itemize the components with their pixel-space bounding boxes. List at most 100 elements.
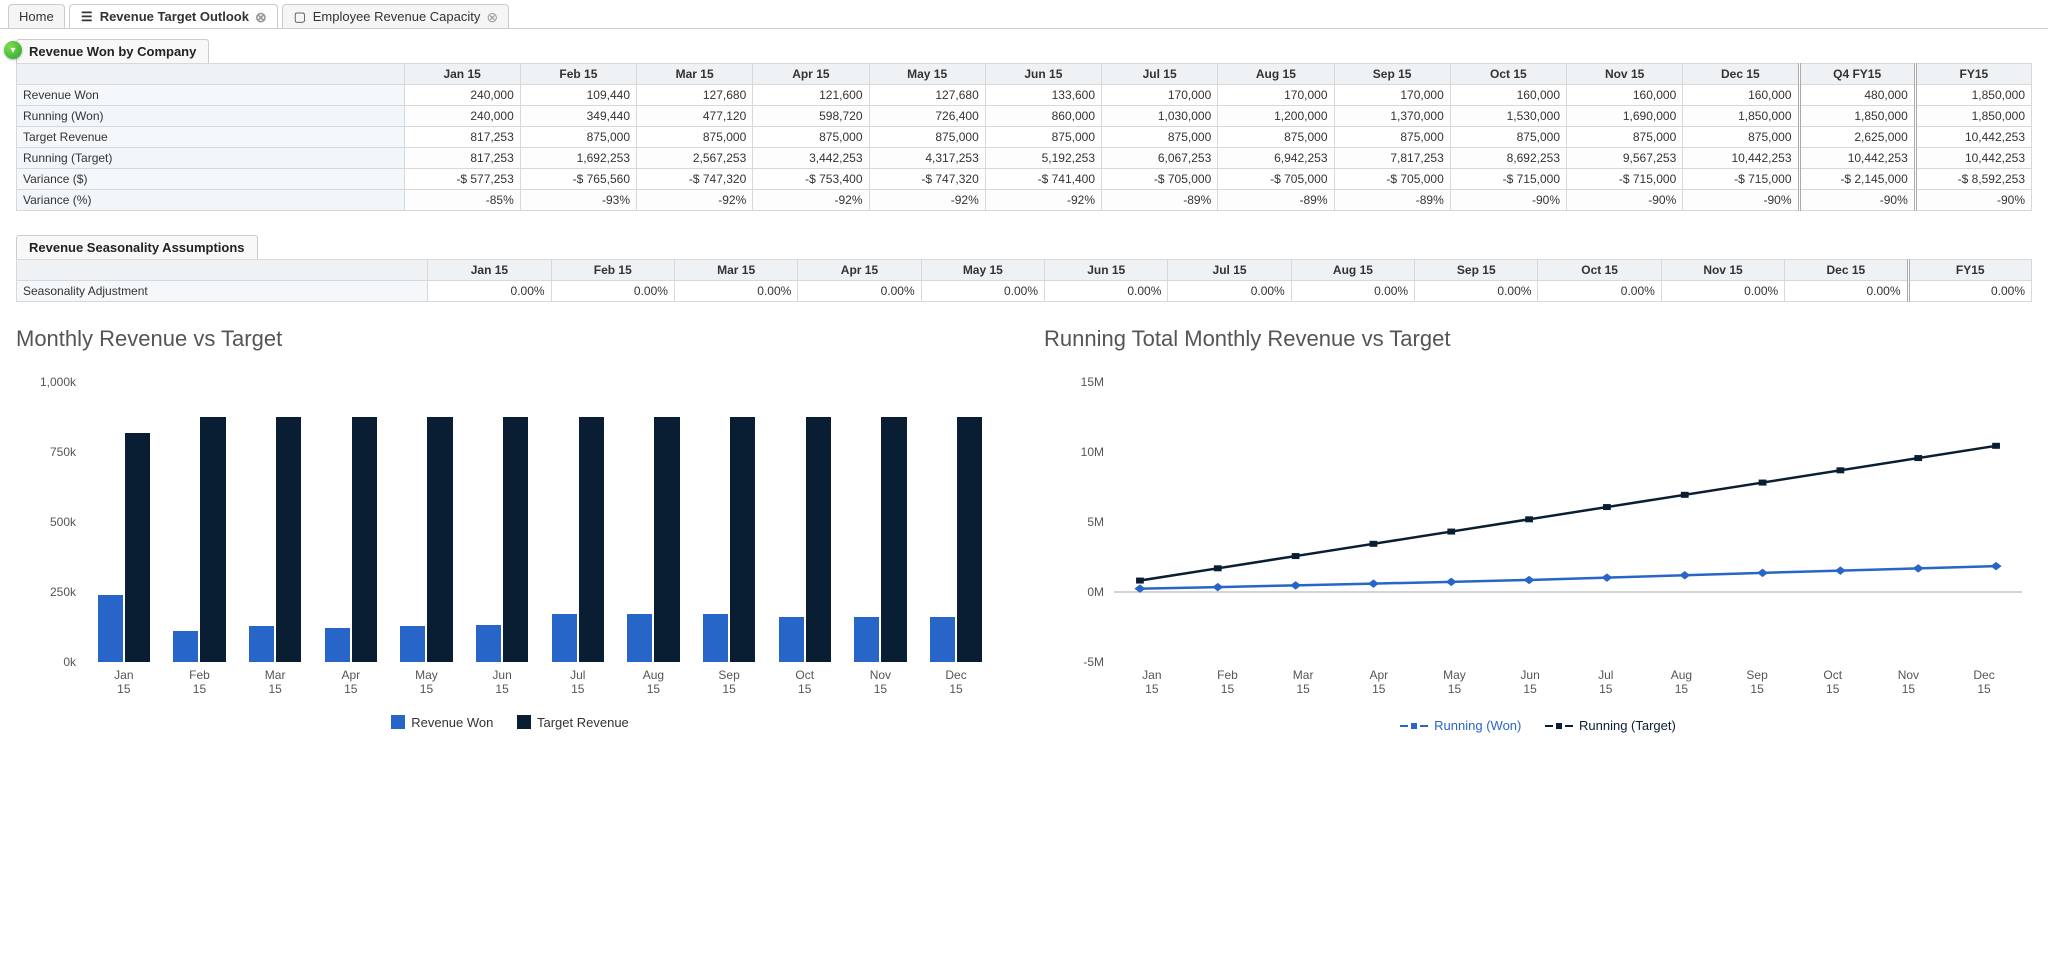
cell[interactable]: -$ 747,320: [637, 169, 753, 190]
row-label[interactable]: Seasonality Adjustment: [17, 281, 428, 302]
cell[interactable]: 1,692,253: [520, 148, 636, 169]
column-header[interactable]: Jul 15: [1102, 64, 1218, 85]
section-caption-seasonality[interactable]: Revenue Seasonality Assumptions: [16, 235, 258, 259]
column-header[interactable]: Mar 15: [637, 64, 753, 85]
cell[interactable]: 10,442,253: [1683, 148, 1799, 169]
line-series[interactable]: [1140, 566, 1996, 589]
cell[interactable]: 127,680: [637, 85, 753, 106]
data-point[interactable]: [1212, 583, 1223, 591]
data-point[interactable]: [1292, 553, 1300, 559]
bar-target-revenue[interactable]: [654, 417, 679, 662]
cell[interactable]: -92%: [637, 190, 753, 211]
cell[interactable]: 133,600: [985, 85, 1101, 106]
cell[interactable]: 160,000: [1567, 85, 1683, 106]
cell[interactable]: 1,530,000: [1450, 106, 1566, 127]
column-header[interactable]: Nov 15: [1661, 260, 1784, 281]
bar-revenue-won[interactable]: [627, 614, 652, 662]
column-header[interactable]: Dec 15: [1785, 260, 1908, 281]
close-icon[interactable]: ⊗: [255, 10, 267, 24]
cell[interactable]: 817,253: [404, 148, 520, 169]
cell[interactable]: 0.00%: [428, 281, 551, 302]
cell[interactable]: 0.00%: [551, 281, 674, 302]
cell[interactable]: 121,600: [753, 85, 869, 106]
cell[interactable]: 0.00%: [1045, 281, 1168, 302]
bar-target-revenue[interactable]: [579, 417, 604, 662]
cell[interactable]: -90%: [1567, 190, 1683, 211]
cell[interactable]: 349,440: [520, 106, 636, 127]
column-header[interactable]: Dec 15: [1683, 64, 1799, 85]
column-header[interactable]: Sep 15: [1334, 64, 1450, 85]
column-header[interactable]: Jun 15: [1045, 260, 1168, 281]
cell[interactable]: 875,000: [520, 127, 636, 148]
cell[interactable]: -$ 765,560: [520, 169, 636, 190]
bar-target-revenue[interactable]: [352, 417, 377, 662]
bar-revenue-won[interactable]: [703, 614, 728, 662]
cell[interactable]: 6,067,253: [1102, 148, 1218, 169]
bar-revenue-won[interactable]: [400, 626, 425, 662]
cell[interactable]: -89%: [1218, 190, 1334, 211]
cell[interactable]: 1,370,000: [1334, 106, 1450, 127]
column-header[interactable]: Apr 15: [753, 64, 869, 85]
column-header[interactable]: Mar 15: [674, 260, 797, 281]
cell[interactable]: -$ 8,592,253: [1915, 169, 2031, 190]
bar-revenue-won[interactable]: [325, 628, 350, 662]
cell[interactable]: -89%: [1334, 190, 1450, 211]
row-label[interactable]: Target Revenue: [17, 127, 405, 148]
cell[interactable]: 875,000: [1450, 127, 1566, 148]
cell[interactable]: 170,000: [1102, 85, 1218, 106]
column-header[interactable]: May 15: [869, 64, 985, 85]
cell[interactable]: -$ 705,000: [1334, 169, 1450, 190]
expand-icon[interactable]: ▾: [4, 41, 22, 59]
cell[interactable]: -$ 705,000: [1218, 169, 1334, 190]
cell[interactable]: 0.00%: [1168, 281, 1291, 302]
cell[interactable]: -90%: [1915, 190, 2031, 211]
data-point[interactable]: [1835, 566, 1846, 574]
cell[interactable]: 1,850,000: [1799, 106, 1915, 127]
cell[interactable]: 875,000: [869, 127, 985, 148]
cell[interactable]: 0.00%: [1661, 281, 1784, 302]
bar-target-revenue[interactable]: [276, 417, 301, 662]
cell[interactable]: -93%: [520, 190, 636, 211]
cell[interactable]: 160,000: [1450, 85, 1566, 106]
column-header[interactable]: Oct 15: [1450, 64, 1566, 85]
cell[interactable]: -$ 747,320: [869, 169, 985, 190]
bar-revenue-won[interactable]: [854, 617, 879, 662]
cell[interactable]: -92%: [753, 190, 869, 211]
cell[interactable]: 0.00%: [1785, 281, 1908, 302]
bar-target-revenue[interactable]: [503, 417, 528, 662]
column-header[interactable]: Feb 15: [551, 260, 674, 281]
cell[interactable]: 875,000: [1102, 127, 1218, 148]
bar-target-revenue[interactable]: [730, 417, 755, 662]
cell[interactable]: 875,000: [753, 127, 869, 148]
cell[interactable]: 875,000: [1218, 127, 1334, 148]
cell[interactable]: -$ 2,145,000: [1799, 169, 1915, 190]
cell[interactable]: 240,000: [404, 106, 520, 127]
bar-revenue-won[interactable]: [779, 617, 804, 662]
cell[interactable]: 2,567,253: [637, 148, 753, 169]
cell[interactable]: -92%: [985, 190, 1101, 211]
cell[interactable]: 726,400: [869, 106, 985, 127]
cell[interactable]: 240,000: [404, 85, 520, 106]
cell[interactable]: 875,000: [1567, 127, 1683, 148]
data-point[interactable]: [1681, 492, 1689, 498]
data-point[interactable]: [1447, 529, 1455, 535]
cell[interactable]: -$ 741,400: [985, 169, 1101, 190]
data-point[interactable]: [1601, 573, 1612, 581]
cell[interactable]: -85%: [404, 190, 520, 211]
cell[interactable]: 860,000: [985, 106, 1101, 127]
row-label[interactable]: Running (Target): [17, 148, 405, 169]
cell[interactable]: 598,720: [753, 106, 869, 127]
row-label[interactable]: Variance (%): [17, 190, 405, 211]
cell[interactable]: 5,192,253: [985, 148, 1101, 169]
cell[interactable]: 875,000: [1334, 127, 1450, 148]
cell[interactable]: -$ 705,000: [1102, 169, 1218, 190]
data-point[interactable]: [1679, 571, 1690, 579]
bar-target-revenue[interactable]: [881, 417, 906, 662]
column-header[interactable]: Jul 15: [1168, 260, 1291, 281]
cell[interactable]: -$ 577,253: [404, 169, 520, 190]
cell[interactable]: 1,690,000: [1567, 106, 1683, 127]
data-point[interactable]: [1136, 578, 1144, 584]
cell[interactable]: 0.00%: [921, 281, 1044, 302]
cell[interactable]: 1,030,000: [1102, 106, 1218, 127]
bar-target-revenue[interactable]: [125, 433, 150, 662]
